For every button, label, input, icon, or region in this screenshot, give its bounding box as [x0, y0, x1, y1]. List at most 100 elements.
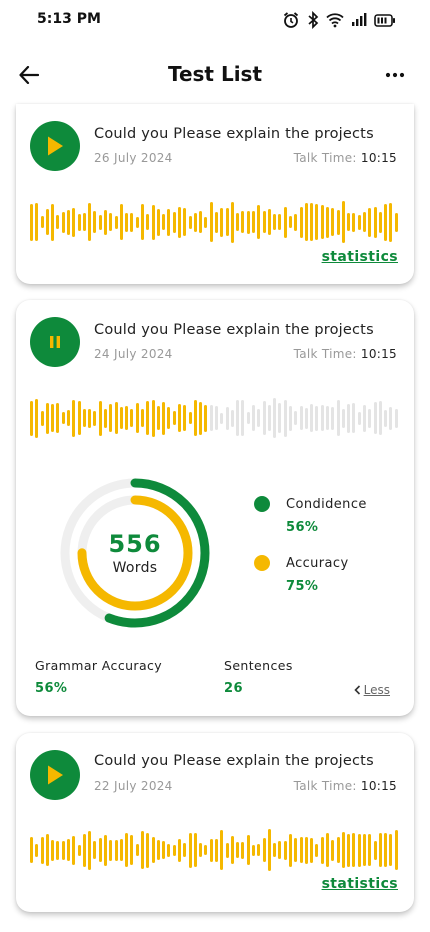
- waveform-bar: [104, 834, 107, 866]
- waveform-bar: [156, 208, 160, 236]
- question-title: Could you Please explain the projects: [94, 753, 374, 769]
- test-date: 24 July 2024: [94, 347, 173, 361]
- waveform-bar: [230, 201, 234, 243]
- waveform-bar: [162, 841, 166, 859]
- waveform-bar: [331, 406, 335, 430]
- waveform-bar: [373, 840, 377, 860]
- chevron-left-icon: [353, 685, 360, 695]
- waveform-bar: [125, 833, 129, 867]
- waveform-bar: [35, 843, 39, 857]
- waveform-bar: [72, 835, 76, 865]
- waveform-bar: [35, 203, 39, 241]
- waveform-bar: [35, 398, 39, 438]
- waveform-bar: [331, 208, 335, 236]
- waveform-bar: [45, 209, 49, 235]
- waveform-bar: [135, 403, 139, 433]
- waveform-bar: [188, 215, 192, 229]
- test-date: 22 July 2024: [94, 779, 173, 793]
- statistics-link[interactable]: statistics: [322, 249, 398, 265]
- grammar-accuracy-value: 56%: [35, 681, 68, 696]
- play-button[interactable]: [30, 750, 80, 800]
- waveform-bar: [352, 212, 356, 232]
- waveform-bar: [331, 839, 335, 861]
- waveform-bar: [389, 202, 393, 242]
- status-time: 5:13 PM: [37, 11, 101, 27]
- waveform-bar: [357, 214, 361, 230]
- waveform-bar: [215, 838, 218, 862]
- waveform-bar: [88, 830, 92, 870]
- audio-waveform[interactable]: [30, 200, 400, 244]
- waveform-bar: [204, 216, 208, 228]
- waveform-bar: [193, 400, 197, 436]
- less-label: Less: [363, 683, 390, 697]
- waveform-bar: [98, 838, 102, 862]
- waveform-bar: [320, 405, 324, 431]
- question-title: Could you Please explain the projects: [94, 126, 374, 142]
- more-options-button[interactable]: [380, 62, 410, 88]
- play-icon: [48, 136, 63, 156]
- waveform-bar: [357, 411, 361, 425]
- waveform-bar: [178, 206, 181, 238]
- waveform-bar: [252, 405, 255, 431]
- waveform-bar: [320, 205, 324, 239]
- waveform-bar: [220, 207, 224, 237]
- waveform-bar: [109, 213, 113, 231]
- waveform-bar: [188, 832, 192, 868]
- waveform-bar: [93, 410, 97, 426]
- confidence-dot: [254, 496, 270, 512]
- waveform-bar: [77, 401, 81, 435]
- waveform-bar: [236, 400, 240, 436]
- pause-button[interactable]: [30, 317, 80, 367]
- waveform-bar: [273, 843, 277, 857]
- waveform-bar: [230, 836, 234, 864]
- statistics-link[interactable]: statistics: [322, 876, 398, 892]
- accuracy-dot: [254, 555, 270, 571]
- waveform-bar: [104, 209, 107, 235]
- waveform-bar: [130, 409, 134, 427]
- waveform-bar: [384, 409, 388, 427]
- waveform-bar: [146, 214, 150, 230]
- waveform-bar: [363, 834, 366, 866]
- waveform-bar: [252, 211, 255, 233]
- waveform-bar: [294, 213, 298, 231]
- waveform-bar: [188, 412, 192, 424]
- waveform-bar: [93, 211, 97, 233]
- waveform-bar: [67, 410, 70, 426]
- waveform-bar: [130, 212, 134, 232]
- waveform-bar: [178, 838, 181, 862]
- waveform-bar: [262, 401, 266, 435]
- less-link[interactable]: Less: [353, 683, 390, 697]
- waveform-bar: [225, 208, 229, 236]
- waveform-bar: [357, 833, 361, 867]
- waveform-bar: [77, 213, 81, 231]
- waveform-bar: [30, 203, 33, 241]
- waveform-bar: [252, 844, 255, 856]
- waveform-bar: [82, 213, 86, 231]
- test-card: Could you Please explain the projects 22…: [16, 733, 414, 912]
- waveform-bar: [204, 404, 208, 432]
- waveform-bar: [368, 408, 372, 428]
- waveform-bar: [156, 406, 160, 430]
- waveform-bar: [88, 203, 92, 241]
- waveform-bar: [289, 216, 292, 228]
- words-label: Words: [112, 560, 158, 576]
- waveform-bar: [246, 210, 250, 234]
- waveform-bar: [373, 402, 377, 434]
- waveform-bar: [310, 203, 314, 241]
- waveform-bar: [283, 399, 287, 437]
- waveform-bar: [114, 839, 118, 861]
- waveform-bar: [389, 834, 393, 866]
- waveform-bar: [193, 212, 197, 232]
- waveform-bar: [225, 842, 229, 858]
- waveform-bar: [326, 206, 329, 238]
- waveform-bar: [146, 832, 150, 868]
- audio-waveform-playing[interactable]: [30, 396, 400, 440]
- talk-time-label: Talk Time:: [293, 779, 357, 793]
- audio-waveform[interactable]: [30, 828, 400, 872]
- page-title: Test List: [167, 62, 263, 86]
- play-button[interactable]: [30, 121, 80, 171]
- waveform-bar: [278, 214, 282, 230]
- waveform-bar: [278, 403, 282, 433]
- talk-time: Talk Time: 10:15: [294, 151, 397, 165]
- waveform-bar: [289, 833, 292, 867]
